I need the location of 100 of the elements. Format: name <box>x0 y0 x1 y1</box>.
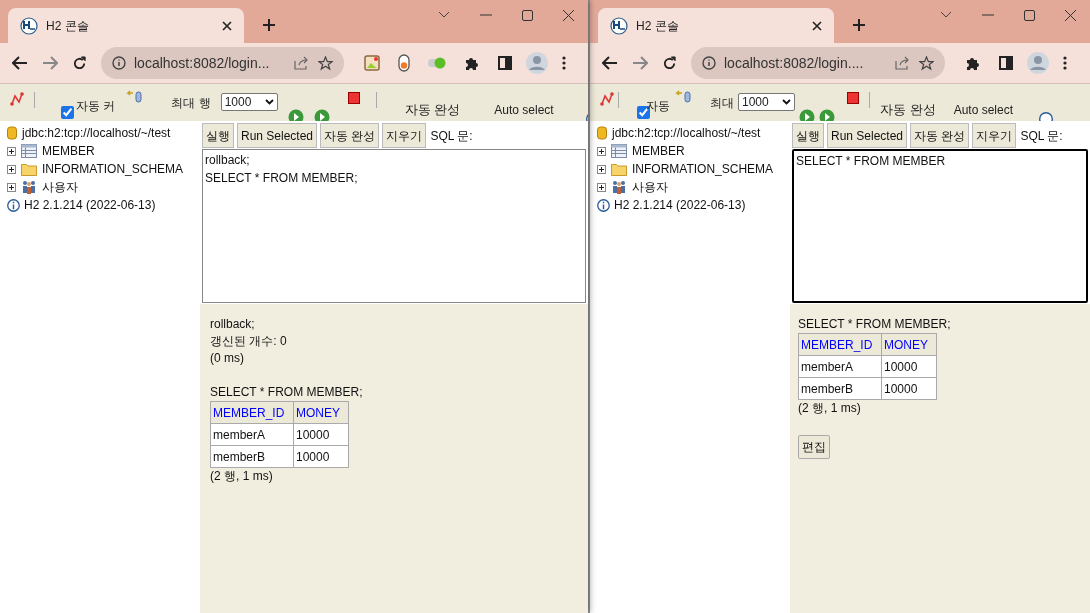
sql-line: SELECT * FROM MEMBER <box>796 153 947 170</box>
side-panel-icon[interactable] <box>498 56 512 70</box>
expand-icon[interactable] <box>7 164 16 174</box>
close-icon[interactable] <box>812 20 822 31</box>
column-header[interactable]: MONEY <box>293 401 349 424</box>
query-button[interactable]: 자동 완성 <box>320 123 380 148</box>
folder-icon <box>611 162 627 176</box>
sql-line: SELECT * FROM MEMBER; <box>205 170 359 187</box>
run-icon[interactable] <box>799 109 815 121</box>
expand-icon[interactable] <box>7 182 16 192</box>
address-bar[interactable]: localhost:8082/login... <box>101 47 344 79</box>
rollback-icon[interactable] <box>674 90 692 104</box>
forward-arrow-icon[interactable] <box>632 56 648 70</box>
autocommit-checkbox[interactable] <box>61 106 74 119</box>
share-icon[interactable] <box>895 56 911 70</box>
edit-button[interactable]: 편집 <box>798 435 830 459</box>
close-icon[interactable] <box>1065 9 1076 21</box>
reload-icon[interactable] <box>662 55 677 71</box>
table-cell: memberB <box>210 445 294 468</box>
star-icon[interactable] <box>318 55 333 71</box>
caret-icon <box>264 99 274 105</box>
tree-item[interactable]: 사용자 <box>42 178 78 196</box>
table-icon <box>611 144 627 158</box>
star-icon[interactable] <box>919 55 934 71</box>
run-icon[interactable] <box>819 109 835 121</box>
autocomplete-label: 자동 완성 <box>404 101 461 119</box>
browser-tab[interactable]: H2 콘솔 <box>8 8 244 43</box>
side-panel-icon[interactable] <box>999 56 1013 70</box>
new-tab-icon[interactable] <box>262 18 276 32</box>
forward-arrow-icon[interactable] <box>42 56 58 70</box>
database-icon <box>7 126 17 140</box>
sql-label: SQL 문: <box>430 127 473 145</box>
chevron-down-icon[interactable] <box>438 11 450 19</box>
expand-icon[interactable] <box>597 146 606 156</box>
share-icon[interactable] <box>294 56 310 70</box>
toggle-icon[interactable] <box>428 57 446 69</box>
table-cell: memberA <box>798 355 882 378</box>
info-icon[interactable] <box>112 56 126 70</box>
max-rows-select[interactable]: 1000 <box>220 93 278 111</box>
toggle-icon[interactable] <box>398 54 410 72</box>
tree-item[interactable]: MEMBER <box>632 142 685 160</box>
tree-item[interactable]: 사용자 <box>632 178 668 196</box>
expand-icon[interactable] <box>597 182 606 192</box>
reload-icon[interactable] <box>72 55 87 71</box>
column-header[interactable]: MEMBER_ID <box>798 333 882 356</box>
new-tab-icon[interactable] <box>852 18 866 32</box>
close-icon[interactable] <box>563 9 574 21</box>
query-button[interactable]: 지우기 <box>382 123 427 148</box>
result-text: SELECT * FROM MEMBER; <box>798 316 952 333</box>
menu-icon[interactable] <box>1063 56 1067 70</box>
url-text: localhost:8082/login.... <box>724 53 865 73</box>
tree-item[interactable]: INFORMATION_SCHEMA <box>42 160 184 178</box>
result-text: 갱신된 개수: 0 <box>210 333 288 350</box>
run-icon[interactable] <box>287 109 304 121</box>
run-icon[interactable] <box>313 109 330 121</box>
maximize-icon[interactable] <box>522 9 533 21</box>
disconnect-icon[interactable] <box>10 92 24 106</box>
extensions-icon[interactable] <box>464 55 480 71</box>
tree-item[interactable]: MEMBER <box>42 142 95 160</box>
info-icon[interactable] <box>702 56 716 70</box>
query-button[interactable]: Run Selected <box>237 123 318 148</box>
extensions-icon[interactable] <box>965 55 981 71</box>
connection-url[interactable]: jdbc:h2:tcp://localhost/~/test <box>22 124 171 142</box>
tab-title: H2 콘솔 <box>636 17 680 35</box>
back-arrow-icon[interactable] <box>602 56 618 70</box>
stop-icon[interactable] <box>347 92 360 104</box>
sql-label: SQL 문: <box>1020 127 1063 145</box>
image-icon[interactable] <box>364 55 380 71</box>
max-rows-select[interactable]: 1000 <box>738 93 795 111</box>
connection-url[interactable]: jdbc:h2:tcp://localhost/~/test <box>612 124 761 142</box>
column-header[interactable]: MEMBER_ID <box>210 401 294 424</box>
chevron-down-icon[interactable] <box>940 11 952 19</box>
sql-editor[interactable]: rollback; SELECT * FROM MEMBER; <box>202 149 586 303</box>
browser-tab[interactable]: H2 콘솔 <box>598 8 834 43</box>
query-button[interactable]: 지우기 <box>972 123 1017 148</box>
users-icon <box>21 180 37 194</box>
close-icon[interactable] <box>222 20 232 31</box>
tree-item[interactable]: INFORMATION_SCHEMA <box>632 160 774 178</box>
rollback-icon[interactable] <box>125 90 144 104</box>
database-icon <box>597 126 607 140</box>
autocommit-label: 자동 커 <box>76 98 116 115</box>
query-button[interactable]: 실행 <box>202 123 234 148</box>
expand-icon[interactable] <box>597 164 606 174</box>
query-button[interactable]: Run Selected <box>827 123 908 148</box>
folder-icon <box>21 162 37 176</box>
menu-icon[interactable] <box>562 56 566 70</box>
sql-editor[interactable]: SELECT * FROM MEMBER <box>792 149 1088 303</box>
table-icon <box>21 144 37 158</box>
maximize-icon[interactable] <box>1024 9 1035 21</box>
users-icon <box>611 180 627 194</box>
back-arrow-icon[interactable] <box>12 56 28 70</box>
query-button[interactable]: 실행 <box>792 123 824 148</box>
result-text: rollback; <box>210 316 256 333</box>
auto-select-label: Auto select <box>953 102 1013 119</box>
disconnect-icon[interactable] <box>600 92 614 106</box>
query-button[interactable]: 자동 완성 <box>910 123 970 148</box>
address-bar[interactable]: localhost:8082/login.... <box>691 47 945 79</box>
column-header[interactable]: MONEY <box>881 333 937 356</box>
expand-icon[interactable] <box>7 146 16 156</box>
autocommit-label: 자동 <box>646 98 670 115</box>
